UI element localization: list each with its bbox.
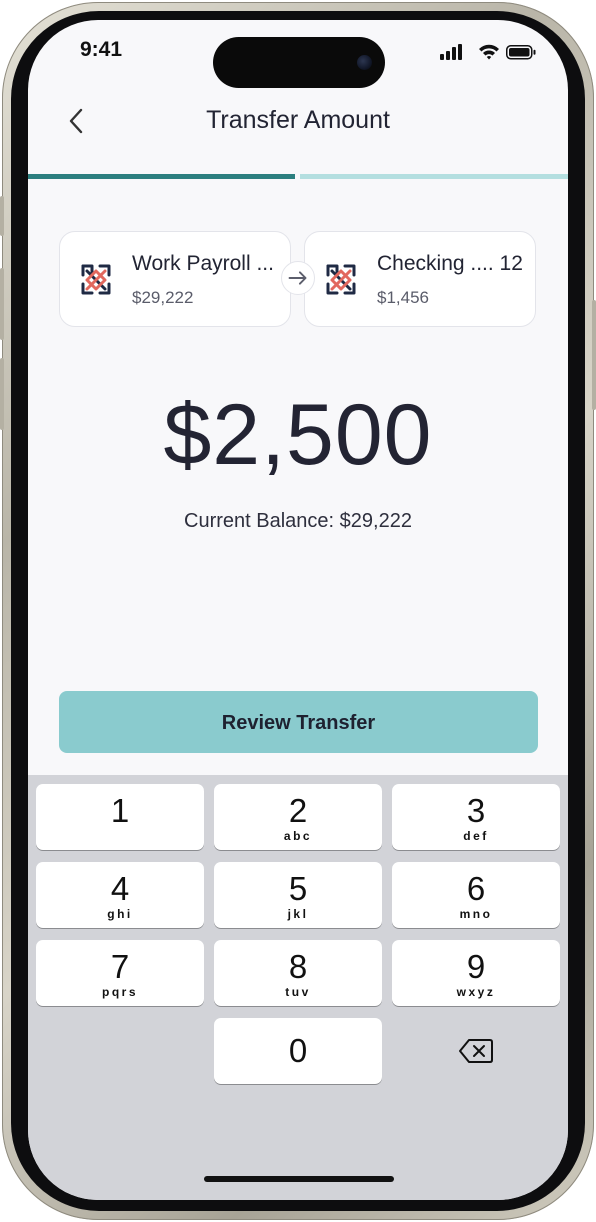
volume-down-button xyxy=(0,358,4,430)
key-4[interactable]: 4 ghi xyxy=(36,862,204,928)
to-account-card[interactable]: Checking .... 12 $1,456 xyxy=(304,231,536,327)
battery-icon xyxy=(506,45,536,60)
key-digit: 5 xyxy=(288,870,308,907)
wifi-icon xyxy=(479,44,499,60)
from-account-name: Work Payroll ... xyxy=(132,252,274,275)
backspace-icon xyxy=(459,1039,493,1063)
numeric-keypad: 1 2 abc 3 def 4 ghi 5 jkl 6 mno 7 pqrs 8 xyxy=(28,775,568,1200)
status-time: 9:41 xyxy=(80,38,123,61)
key-digit: 4 xyxy=(110,870,130,907)
current-balance: Current Balance: $29,222 xyxy=(184,510,412,532)
volume-up-button xyxy=(0,268,4,340)
key-digit: 0 xyxy=(288,1032,308,1069)
action-button xyxy=(0,196,4,236)
to-account-name: Checking .... 12 xyxy=(377,252,523,275)
progress-completed xyxy=(28,174,295,179)
page-title: Transfer Amount xyxy=(206,106,390,134)
key-6[interactable]: 6 mno xyxy=(392,862,560,928)
key-letters: pqrs xyxy=(101,985,138,999)
dynamic-island xyxy=(213,37,385,88)
transfer-amount: $2,500 xyxy=(163,387,433,483)
key-digit: 8 xyxy=(288,948,308,985)
to-account-balance: $1,456 xyxy=(377,288,429,307)
screen: 9:41 Transfer Amount Work Payroll ... $2… xyxy=(28,20,568,1200)
key-letters: mno xyxy=(459,907,493,921)
key-letters: abc xyxy=(283,829,313,843)
signal-icon xyxy=(440,44,462,60)
key-3[interactable]: 3 def xyxy=(392,784,560,850)
top-bar: Transfer Amount xyxy=(28,90,568,170)
delete-key[interactable] xyxy=(392,1018,560,1084)
status-icons xyxy=(440,44,536,60)
bank-logo-icon xyxy=(81,264,111,295)
from-account-balance: $29,222 xyxy=(132,288,194,307)
key-9[interactable]: 9 wxyz xyxy=(392,940,560,1006)
key-letters: def xyxy=(463,829,489,843)
home-indicator xyxy=(204,1176,394,1182)
key-digit: 3 xyxy=(466,792,486,829)
front-camera xyxy=(357,55,372,70)
key-digit: 7 xyxy=(110,948,130,985)
key-letters: ghi xyxy=(107,907,133,921)
key-2[interactable]: 2 abc xyxy=(214,784,382,850)
key-digit: 9 xyxy=(466,948,486,985)
key-1[interactable]: 1 xyxy=(36,784,204,850)
key-digit: 2 xyxy=(288,792,308,829)
progress-remaining xyxy=(300,174,568,179)
key-letters: wxyz xyxy=(456,985,496,999)
key-digit: 1 xyxy=(110,792,130,829)
key-digit: 6 xyxy=(466,870,486,907)
review-transfer-button[interactable]: Review Transfer xyxy=(59,691,538,753)
key-7[interactable]: 7 pqrs xyxy=(36,940,204,1006)
bank-logo-icon xyxy=(326,264,356,295)
key-letters: tuv xyxy=(285,985,311,999)
status-bar: 9:41 xyxy=(28,20,568,90)
key-5[interactable]: 5 jkl xyxy=(214,862,382,928)
power-button xyxy=(592,300,596,410)
arrow-right-icon xyxy=(281,261,315,295)
key-letters: jkl xyxy=(287,907,309,921)
from-account-card[interactable]: Work Payroll ... $29,222 xyxy=(59,231,291,327)
key-8[interactable]: 8 tuv xyxy=(214,940,382,1006)
key-0[interactable]: 0 xyxy=(214,1018,382,1084)
